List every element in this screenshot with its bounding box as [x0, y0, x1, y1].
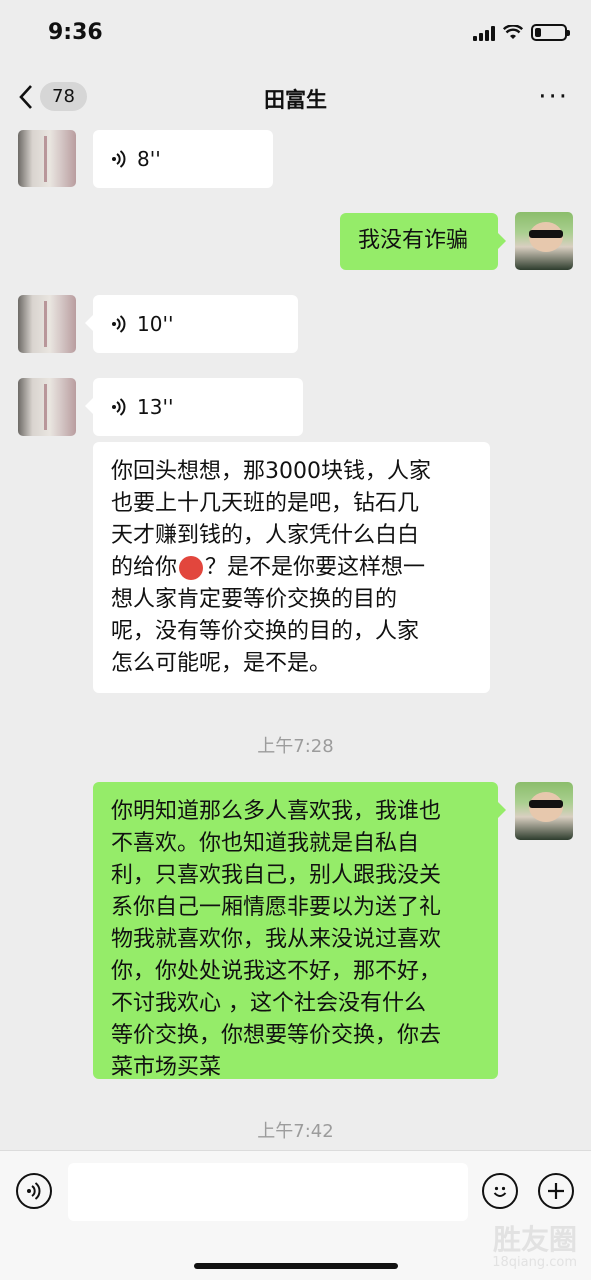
contact-avatar[interactable]: [18, 295, 76, 353]
battery-level: [535, 28, 541, 37]
voice-wave-icon: [112, 398, 126, 416]
message-line: 你明知道那么多人喜欢我，我谁也: [111, 799, 442, 824]
contact-avatar[interactable]: [18, 130, 76, 187]
battery-icon: [531, 24, 570, 41]
message-line: 物我就喜欢你，我从来没说过喜欢: [111, 927, 442, 952]
status-time: 9:36: [48, 20, 103, 45]
voice-message[interactable]: 10'': [85, 295, 298, 353]
voice-duration: 10'': [137, 312, 174, 336]
message-line: ？是不是你要这样想一: [205, 555, 426, 580]
wifi-icon: [503, 24, 523, 39]
message-timestamp: 上午7:42: [257, 1121, 334, 1142]
message-line: 你回头想想，那3000块钱，人家: [111, 459, 431, 484]
message-bubble[interactable]: 我没有诈骗: [340, 213, 506, 270]
message-line: 等价交换，你想要等价交换，你去: [111, 1023, 442, 1048]
watermark: 胜友圈: [492, 1223, 577, 1256]
chat-title: 田富生: [264, 88, 327, 112]
status-bar: 9:36: [0, 0, 591, 70]
message-line: 不喜欢。你也知道我就是自私自: [111, 831, 420, 856]
voice-duration: 8'': [137, 147, 161, 171]
voice-wave-icon: [112, 150, 126, 168]
voice-mode-icon[interactable]: [16, 1173, 52, 1209]
voice-duration: 13'': [137, 395, 174, 419]
message-line: 不讨我欢心 ，这个社会没有什么: [111, 991, 426, 1016]
angry-face-icon: [179, 556, 204, 580]
message-line: 的给你: [111, 555, 178, 580]
message-bubble[interactable]: 你明知道那么多人喜欢我，我谁也 不喜欢。你也知道我就是自私自 利，只喜欢我自己，…: [93, 782, 506, 1080]
message-timestamp: 上午7:28: [257, 736, 334, 757]
message-line: 你，你处处说我这不好，那不好，: [111, 959, 442, 984]
home-indicator: [194, 1263, 398, 1269]
voice-message[interactable]: 8'': [93, 130, 273, 188]
message-line: 天才赚到钱的，人家凭什么白白: [111, 523, 420, 548]
voice-wave-icon: [112, 315, 126, 333]
message-line: 利，只喜欢我自己，别人跟我没关: [111, 863, 442, 888]
emoji-icon[interactable]: [482, 1173, 518, 1209]
status-icons: [473, 24, 570, 41]
my-avatar[interactable]: [515, 212, 573, 270]
more-options-button[interactable]: ···: [538, 82, 569, 112]
my-avatar[interactable]: [515, 782, 573, 840]
watermark-url: 18qiang.com: [492, 1255, 577, 1270]
add-icon: [548, 1183, 564, 1199]
message-line: 想人家肯定要等价交换的目的: [111, 587, 398, 612]
message-line: 系你自己一厢情愿非要以为送了礼: [111, 895, 442, 920]
message-bubble[interactable]: 你回头想想，那3000块钱，人家 也要上十几天班的是吧，钻石几 天才赚到钱的，人…: [93, 442, 490, 693]
message-line: 怎么可能呢，是不是。: [111, 651, 332, 676]
message-input[interactable]: [68, 1163, 468, 1221]
voice-message[interactable]: 13'': [85, 378, 303, 436]
smiley-icon: [493, 1186, 507, 1197]
message-text: 我没有诈骗: [358, 228, 469, 253]
voice-wave-icon: [27, 1182, 41, 1200]
signal-icon: [473, 25, 495, 41]
chat-header: 78 田富生 ···: [0, 70, 591, 130]
message-line: 菜市场买菜: [111, 1055, 222, 1080]
message-line: 也要上十几天班的是吧，钻石几: [111, 491, 420, 516]
plus-icon[interactable]: [538, 1173, 574, 1209]
contact-avatar[interactable]: [18, 378, 76, 436]
message-line: 呢，没有等价交换的目的，人家: [111, 619, 420, 644]
